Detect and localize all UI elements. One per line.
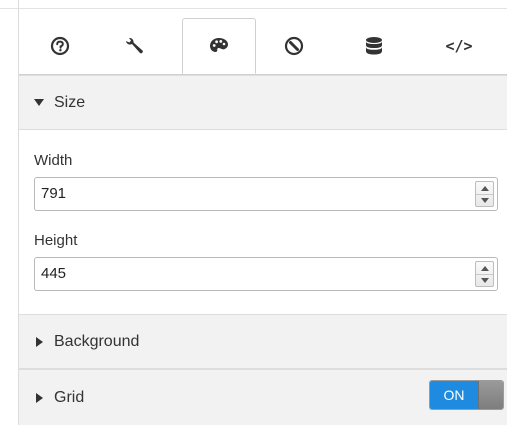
- caret-right-icon: [34, 392, 44, 403]
- height-spinner: [475, 261, 494, 287]
- caret-right-icon: [34, 336, 44, 347]
- compass-icon: [284, 36, 304, 56]
- width-decrement-button[interactable]: [476, 194, 493, 206]
- info-icon: [50, 36, 70, 56]
- tab-data[interactable]: [337, 18, 411, 74]
- width-spinner: [475, 181, 494, 207]
- size-section-title: Size: [54, 93, 86, 111]
- width-label: Width: [34, 152, 73, 169]
- top-divider: [0, 8, 507, 9]
- height-decrement-button[interactable]: [476, 274, 493, 286]
- width-input[interactable]: 791: [34, 177, 498, 211]
- tab-general[interactable]: [23, 18, 97, 74]
- height-value: 445: [41, 265, 67, 282]
- tab-bar: </>: [19, 18, 507, 75]
- size-section-header[interactable]: Size: [19, 75, 507, 130]
- caret-down-icon: [34, 98, 44, 108]
- tab-tools[interactable]: [97, 18, 171, 74]
- grid-toggle-on-label: ON: [430, 381, 478, 409]
- database-icon: [365, 36, 383, 56]
- tab-navigation[interactable]: [257, 18, 331, 74]
- wrench-icon: [123, 35, 145, 57]
- palette-icon: [209, 37, 229, 55]
- background-section-title: Background: [54, 332, 140, 350]
- height-label: Height: [34, 232, 78, 249]
- background-section-header[interactable]: Background: [19, 314, 507, 369]
- grid-toggle-knob[interactable]: [478, 381, 503, 409]
- grid-toggle[interactable]: ON: [429, 380, 504, 410]
- grid-section-title: Grid: [54, 388, 85, 406]
- tab-embed[interactable]: </>: [422, 18, 496, 74]
- width-value: 791: [41, 185, 67, 202]
- code-icon: </>: [445, 37, 473, 55]
- tab-appearance[interactable]: [182, 18, 256, 74]
- settings-panel: </> Size Width 791 Height 445 Background…: [0, 0, 507, 425]
- height-input[interactable]: 445: [34, 257, 498, 291]
